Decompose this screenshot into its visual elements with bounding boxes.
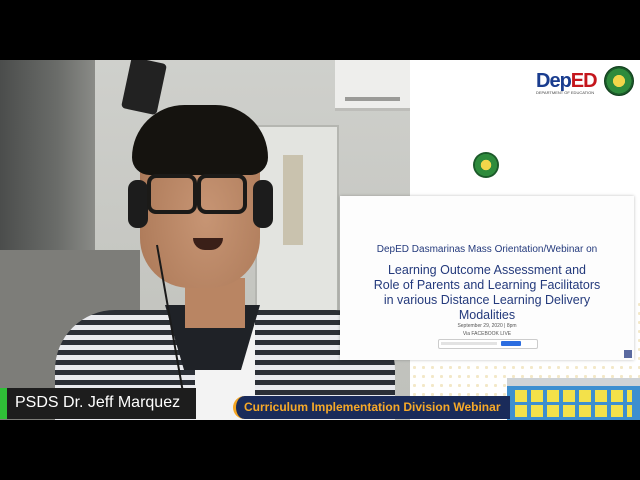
speaker-glasses	[145, 174, 247, 214]
slide-organizer: DepED Dasmarinas Mass Orientation/Webina…	[376, 244, 598, 255]
speaker-name-lower-third: PSDS Dr. Jeff Marquez	[0, 388, 196, 419]
wall-speaker	[120, 60, 168, 116]
school-building-illustration	[507, 378, 640, 420]
slide-seal-icon	[473, 152, 499, 178]
slide-via: Via FACEBOOK LIVE	[462, 331, 512, 337]
slide-registration-bar	[438, 339, 538, 349]
name-accent-stripe	[0, 388, 7, 419]
glasses-lens-left	[147, 174, 197, 214]
school-windows-lower	[515, 405, 632, 417]
slide-registration-input	[441, 342, 497, 345]
video-frame: DepED DEPARTMENT OF EDUCATION DepED Dasm…	[0, 60, 640, 420]
speaker-name: PSDS Dr. Jeff Marquez	[15, 394, 181, 411]
slide-registration-button	[501, 341, 521, 346]
slide-title: Learning Outcome Assessment and Role of …	[350, 263, 624, 323]
logo-dep-text: Dep	[536, 70, 572, 92]
door-window	[283, 155, 303, 245]
slide-corner-icon	[624, 350, 632, 358]
slide-title-line: Role of Parents and Learning Facilitator…	[373, 278, 601, 292]
logo-ed-text: ED	[570, 70, 598, 92]
slide-title-line: in various Distance Learning Delivery	[383, 293, 591, 307]
glasses-lens-right	[197, 174, 247, 214]
webinar-lower-third: Curriculum Implementation Division Webin…	[233, 396, 510, 419]
logo-subtitle: DEPARTMENT OF EDUCATION	[536, 90, 595, 95]
webinar-label: Curriculum Implementation Division Webin…	[244, 400, 501, 414]
headphone-right	[253, 180, 273, 228]
slide-date: September 29, 2020 | 8pm	[457, 323, 517, 329]
slide-title-line: Modalities	[458, 308, 516, 322]
shared-slide: DepED Dasmarinas Mass Orientation/Webina…	[340, 196, 634, 360]
school-windows-upper	[515, 390, 632, 402]
slide-title-line: Learning Outcome Assessment and	[387, 263, 587, 277]
air-conditioner-vent	[345, 97, 400, 101]
deped-seal-icon	[604, 66, 634, 96]
air-conditioner	[335, 60, 410, 111]
speaker-hair	[132, 105, 268, 175]
deped-logo: DepED	[536, 70, 600, 104]
school-roof	[507, 378, 640, 386]
